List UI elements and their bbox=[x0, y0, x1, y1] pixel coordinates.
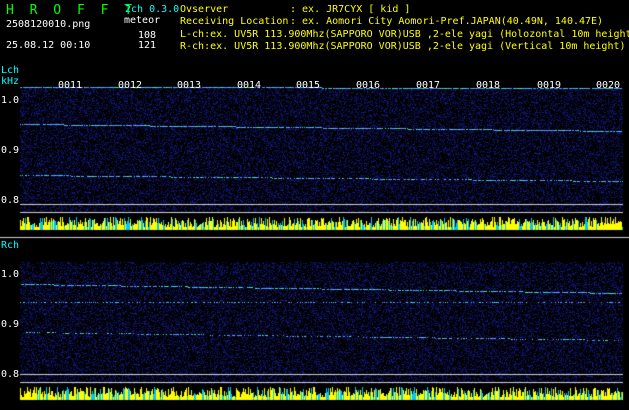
time-label: 0018 bbox=[476, 80, 501, 91]
time-label: 0015 bbox=[296, 80, 321, 91]
mode-label: meteor bbox=[124, 15, 161, 26]
time-label: 0011 bbox=[58, 80, 83, 91]
time-label: 0013 bbox=[177, 80, 202, 91]
time-label: 0016 bbox=[356, 80, 381, 91]
lch-info: L-ch:ex. UV5R 113.900Mhz(SAPPORO VOR)USB… bbox=[180, 29, 629, 40]
spectrogram-canvas bbox=[0, 0, 629, 410]
time-label: 0019 bbox=[537, 80, 562, 91]
observer-value: : ex. JR7CYX [ kid ] bbox=[290, 4, 411, 15]
datetime-label: 25.08.12 00:10 bbox=[6, 40, 91, 51]
time-label: 0014 bbox=[237, 80, 262, 91]
lch-label: Lch bbox=[1, 65, 20, 76]
filename-label: 2508120010.png bbox=[6, 19, 91, 30]
rch-tick-3: 0.8 bbox=[1, 369, 20, 380]
time-label: 0017 bbox=[416, 80, 441, 91]
lch-tick-2: 0.9 bbox=[1, 145, 20, 156]
rch-count: 121 bbox=[138, 40, 157, 51]
app-title: H R O F F T bbox=[6, 3, 137, 18]
rch-tick-1: 1.0 bbox=[1, 269, 20, 280]
rch-info: R-ch:ex. UV5R 113.900Mhz(SAPPORO VOR)USB… bbox=[180, 41, 626, 52]
lch-tick-3: 0.8 bbox=[1, 195, 20, 206]
rch-label: Rch bbox=[1, 240, 20, 251]
time-label: 0020 bbox=[596, 80, 621, 91]
rch-tick-2: 0.9 bbox=[1, 319, 20, 330]
location-value: : ex. Aomori City Aomori-Pref.JAPAN(40.4… bbox=[290, 16, 604, 27]
location-label: Receiving Location bbox=[180, 16, 289, 27]
time-label: 0012 bbox=[118, 80, 143, 91]
version-label: 2ch 0.3.0 bbox=[125, 4, 180, 15]
lch-tick-1: 1.0 bbox=[1, 95, 20, 106]
observer-label: Ovserver bbox=[180, 4, 229, 15]
lch-unit: kHz bbox=[1, 76, 20, 87]
